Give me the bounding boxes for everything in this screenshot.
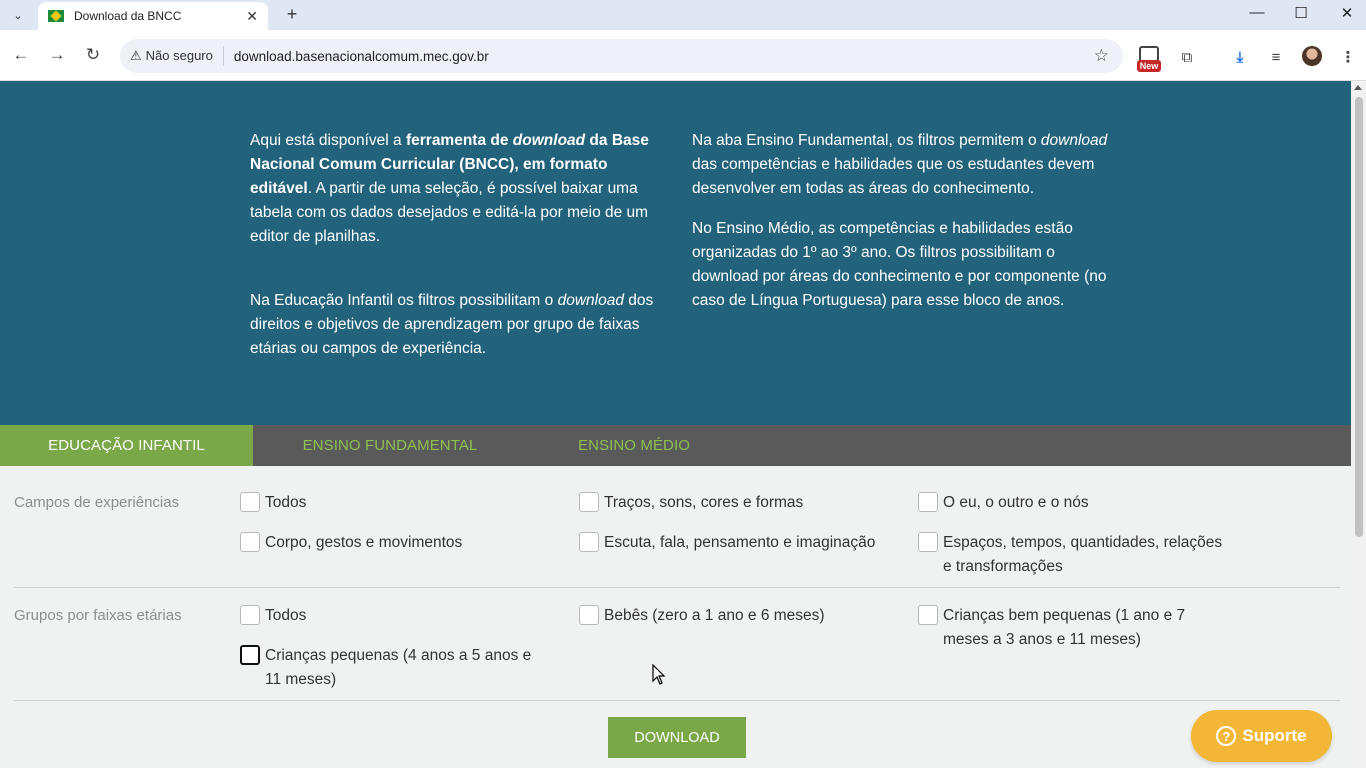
browser-menu-kebab-icon[interactable]: ⋮ — [1337, 46, 1359, 68]
tab-close-icon[interactable]: ✕ — [246, 8, 258, 25]
checkbox-label: Todos — [265, 494, 307, 511]
forward-arrow-icon[interactable]: → — [47, 45, 67, 65]
checkbox-corpo-gestos[interactable] — [240, 532, 260, 552]
checkbox-label: Bebês (zero a 1 ano e 6 meses) — [604, 607, 825, 624]
tab-ensino-medio[interactable]: ENSINO MÉDIO — [527, 425, 741, 466]
media-controls-icon[interactable]: ≡ — [1265, 46, 1287, 68]
new-tab-plus-icon[interactable]: + — [282, 4, 302, 26]
tab-search-chevron-icon[interactable]: ⌄ — [6, 4, 30, 26]
filters-divider — [14, 700, 1340, 701]
intro-text: Na aba Ensino Fundamental, os filtros pe… — [692, 132, 1041, 149]
back-arrow-icon[interactable]: ← — [11, 45, 31, 65]
checkbox-grupos-todos[interactable] — [240, 605, 260, 625]
profile-avatar[interactable] — [1302, 46, 1322, 66]
filters-divider — [14, 587, 1340, 588]
brazil-flag-favicon-icon — [48, 10, 64, 22]
tab-ensino-fundamental[interactable]: ENSINO FUNDAMENTAL — [253, 425, 527, 466]
checkbox-campos-todos[interactable] — [240, 492, 260, 512]
intro-column-right: Na aba Ensino Fundamental, os filtros pe… — [692, 129, 1112, 329]
minimize-window-icon[interactable]: — — [1247, 4, 1267, 21]
support-button[interactable]: ? Suporte — [1191, 710, 1332, 762]
checkbox-label: Escuta, fala, pensamento e imaginação — [604, 534, 876, 551]
tab-educacao-infantil[interactable]: EDUCAÇÃO INFANTIL — [0, 425, 253, 466]
url-text[interactable]: download.basenacionalcomum.mec.gov.br — [234, 49, 489, 64]
intro-paragraph-3: Na aba Ensino Fundamental, os filtros pe… — [692, 129, 1112, 201]
stage-tab-bar: EDUCAÇÃO INFANTIL ENSINO FUNDAMENTAL ENS… — [0, 425, 1351, 466]
checkbox-label: Traços, sons, cores e formas — [604, 494, 804, 511]
intro-text: . A partir de uma seleção, é possível ba… — [250, 180, 649, 245]
checkbox-criancas-bem-pequenas[interactable] — [918, 605, 938, 625]
checkbox-label: Crianças bem pequenas (1 ano e 7 meses a… — [943, 607, 1186, 648]
checkbox-criancas-pequenas[interactable] — [240, 645, 260, 665]
checkbox-label: Corpo, gestos e movimentos — [265, 534, 463, 551]
intro-paragraph-2: Na Educação Infantil os filtros possibil… — [250, 289, 670, 361]
browser-tab-active[interactable]: Download da BNCC ✕ — [38, 2, 268, 30]
maximize-window-icon[interactable]: ☐ — [1291, 4, 1311, 22]
intro-text: Aqui está disponível a — [250, 132, 406, 149]
browser-toolbar: ← → ↻ ⚠ Não seguro download.basenacional… — [0, 30, 1366, 81]
checkbox-bebes[interactable] — [579, 605, 599, 625]
checkbox-label: O eu, o outro e o nós — [943, 494, 1089, 511]
checkbox-o-eu-o-outro[interactable] — [918, 492, 938, 512]
scroll-up-arrow-icon[interactable] — [1354, 85, 1362, 90]
extension-new-badge: New — [1137, 60, 1161, 72]
checkbox-tracos-sons[interactable] — [579, 492, 599, 512]
intro-section: Aqui está disponível a ferramenta de dow… — [0, 81, 1351, 425]
page-scrollbar[interactable] — [1351, 81, 1366, 768]
reload-icon[interactable]: ↻ — [83, 45, 103, 65]
bookmark-star-icon[interactable]: ☆ — [1094, 46, 1109, 66]
checkbox-escuta-fala[interactable] — [579, 532, 599, 552]
tab-title: Download da BNCC — [74, 9, 182, 23]
intro-italic-text: download — [557, 292, 624, 309]
checkbox-label: Crianças pequenas (4 anos a 5 anos e 11 … — [265, 647, 532, 688]
intro-italic-text: download — [512, 132, 586, 149]
campos-label: Campos de experiências — [14, 494, 180, 511]
close-window-icon[interactable]: ✕ — [1337, 4, 1357, 22]
extensions-puzzle-icon[interactable]: ⧉ — [1176, 46, 1198, 68]
downloads-icon[interactable]: ⤓ — [1229, 46, 1251, 68]
intro-column-left: Aqui está disponível a ferramenta de dow… — [250, 129, 670, 377]
browser-tabstrip: ⌄ Download da BNCC ✕ + — ☐ ✕ — [0, 0, 1366, 30]
support-label: Suporte — [1242, 726, 1307, 745]
checkbox-label: Todos — [265, 607, 307, 624]
security-status[interactable]: Não seguro — [146, 46, 224, 66]
mouse-cursor-icon — [652, 664, 666, 685]
intro-text: das competências e habilidades que os es… — [692, 156, 1095, 197]
checkbox-espacos-tempos[interactable] — [918, 532, 938, 552]
intro-text: Na Educação Infantil os filtros possibil… — [250, 292, 558, 309]
filters-panel: Campos de experiências Todos Traços, son… — [0, 466, 1351, 768]
checkbox-label: Espaços, tempos, quantidades, relações e… — [943, 534, 1223, 575]
grupos-label: Grupos por faixas etárias — [14, 607, 182, 624]
download-button[interactable]: DOWNLOAD — [608, 717, 746, 758]
scrollbar-thumb[interactable] — [1355, 97, 1363, 537]
address-bar[interactable]: ⚠ Não seguro download.basenacionalcomum.… — [120, 39, 1123, 73]
intro-text: ferramenta de — [405, 132, 513, 149]
question-circle-icon: ? — [1216, 726, 1237, 746]
warning-triangle-icon[interactable]: ⚠ — [130, 48, 142, 64]
intro-paragraph-4: No Ensino Médio, as competências e habil… — [692, 220, 1107, 309]
intro-italic-text: download — [1040, 132, 1108, 149]
intro-paragraph-1: Aqui está disponível a ferramenta de dow… — [250, 129, 670, 249]
